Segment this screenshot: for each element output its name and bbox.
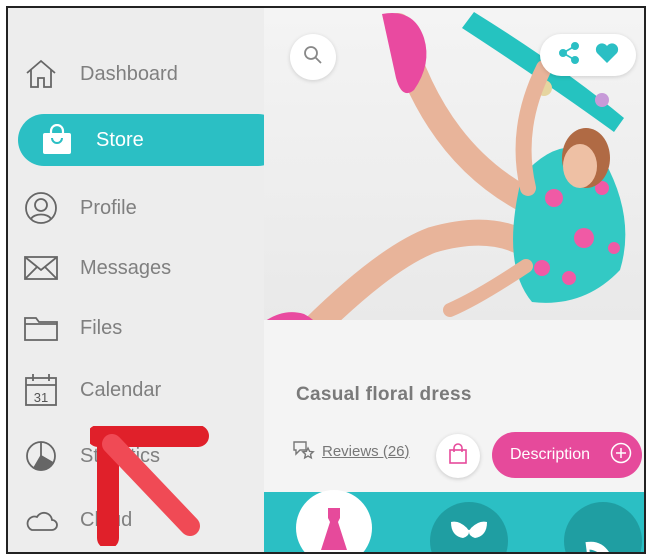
cloud-icon xyxy=(22,501,60,539)
home-icon xyxy=(22,55,60,93)
sidebar-item-profile[interactable]: Profile xyxy=(22,186,272,230)
heart-icon[interactable] xyxy=(595,42,619,69)
app-frame: Dashboard Store Profile Messages Files 3… xyxy=(6,6,646,554)
product-title: Casual floral dress xyxy=(296,384,472,405)
sidebar-item-label: Calendar xyxy=(80,378,162,401)
sidebar-item-store[interactable]: Store xyxy=(18,114,284,166)
sidebar-item-dashboard[interactable]: Dashboard xyxy=(22,52,272,96)
reviews-link[interactable]: Reviews (26) xyxy=(292,438,410,464)
share-favorite-pill xyxy=(540,34,636,76)
user-icon xyxy=(22,189,60,227)
reviews-label: Reviews (26) xyxy=(322,442,410,460)
sidebar-item-label: Dashboard xyxy=(80,62,178,85)
dress-icon xyxy=(320,506,348,552)
calendar-day-text: 31 xyxy=(34,390,48,405)
folder-icon xyxy=(22,309,60,347)
shopping-bag-icon xyxy=(38,121,76,159)
description-button[interactable]: Description xyxy=(492,432,642,478)
shopping-bag-icon xyxy=(447,442,469,470)
search-icon xyxy=(303,45,323,70)
category-bar xyxy=(264,490,644,552)
add-to-bag-button[interactable] xyxy=(436,434,480,478)
category-dresses[interactable] xyxy=(296,490,372,552)
calendar-icon: 31 xyxy=(22,371,60,409)
pie-chart-icon xyxy=(22,437,60,475)
bra-icon xyxy=(449,518,489,547)
sidebar-item-label: Profile xyxy=(80,196,137,219)
search-button[interactable] xyxy=(290,34,336,80)
sidebar-item-label: Files xyxy=(80,316,123,339)
category-lingerie[interactable] xyxy=(430,502,508,552)
plus-circle-icon xyxy=(610,442,632,469)
sidebar-item-label: Store xyxy=(96,128,144,151)
sidebar-item-calendar[interactable]: 31 Calendar xyxy=(22,368,272,412)
product-info-panel: Casual floral dress Reviews (26) Descrip xyxy=(264,320,644,492)
sidebar-item-label: Messages xyxy=(80,256,172,279)
envelope-icon xyxy=(22,249,60,287)
category-shoes[interactable] xyxy=(564,502,642,552)
sidebar-item-files[interactable]: Files xyxy=(22,306,272,350)
main-content: Casual floral dress Reviews (26) Descrip xyxy=(264,8,644,552)
description-label: Description xyxy=(510,446,591,463)
share-icon[interactable] xyxy=(558,41,580,69)
annotation-arrow xyxy=(90,426,209,546)
sidebar-item-messages[interactable]: Messages xyxy=(22,246,272,290)
product-hero-image xyxy=(264,8,644,320)
heel-shoe-icon xyxy=(583,518,623,552)
reviews-icon xyxy=(292,438,316,464)
